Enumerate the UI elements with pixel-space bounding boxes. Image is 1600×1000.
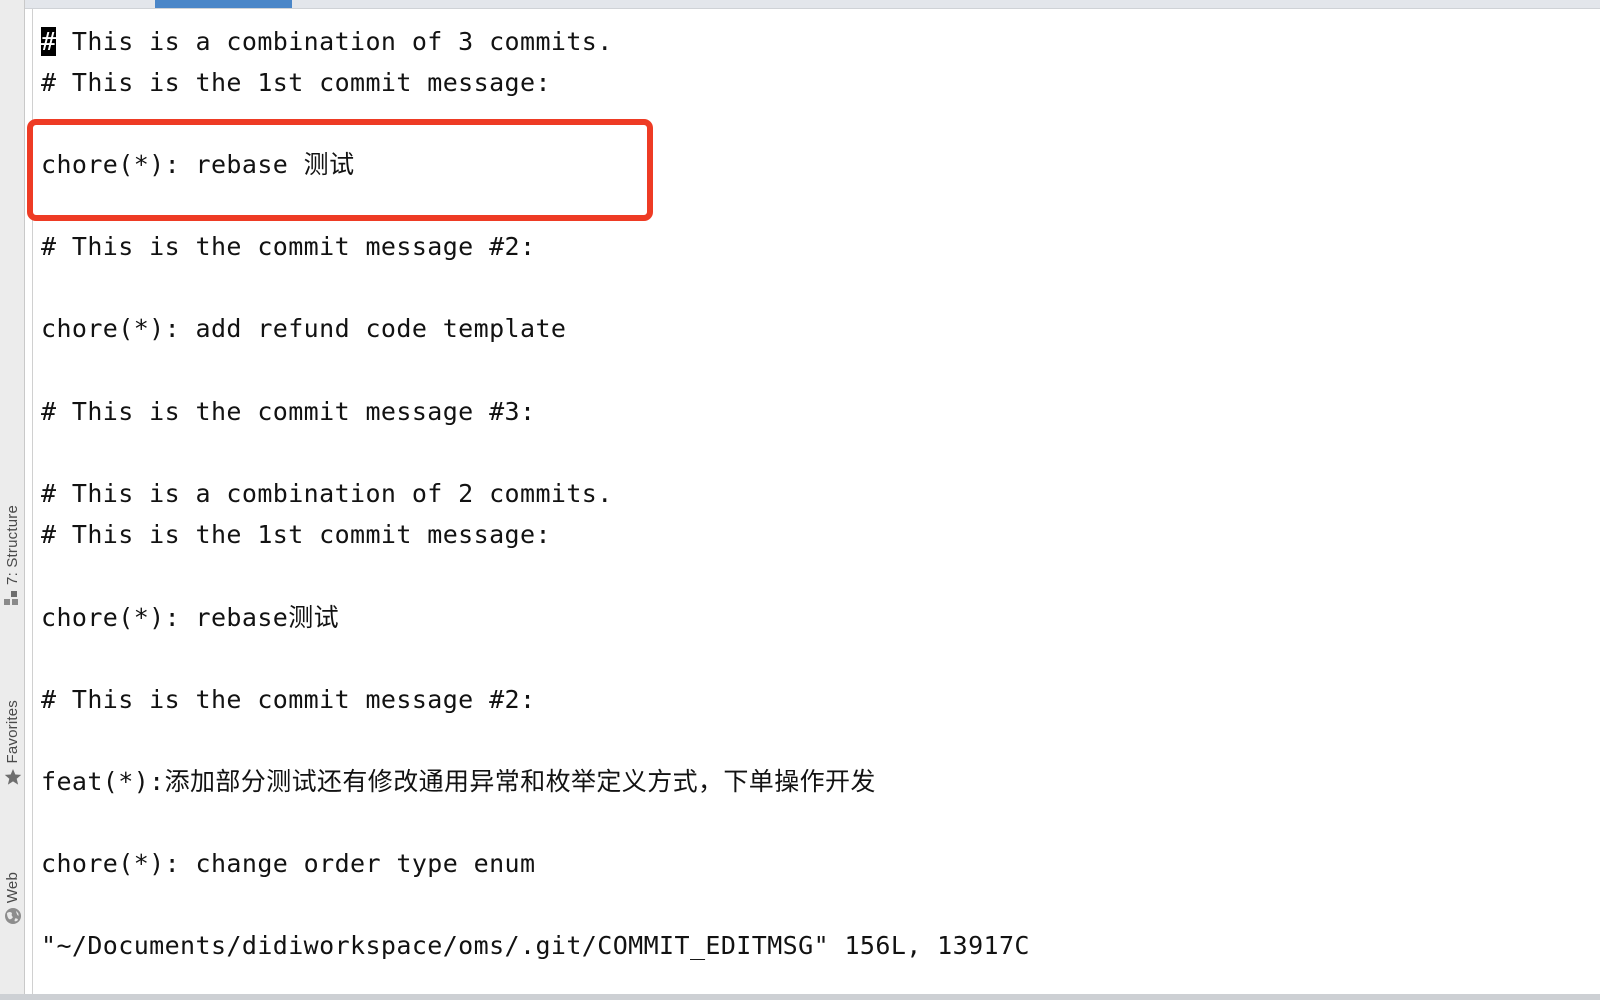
- terminal-cursor: #: [41, 27, 57, 56]
- terminal-line: # This is the commit message #2:: [41, 232, 536, 261]
- sidebar-item-structure[interactable]: 7: Structure: [0, 505, 25, 607]
- star-icon: [4, 768, 22, 786]
- sidebar-item-favorites[interactable]: Favorites: [0, 700, 25, 786]
- terminal-pane[interactable]: # This is a combination of 3 commits. # …: [25, 9, 1600, 1000]
- terminal-line: # This is the 1st commit message:: [41, 68, 551, 97]
- terminal-line: chore(*): change order type enum: [41, 849, 536, 878]
- vim-status-line: "~/Documents/didiworkspace/oms/.git/COMM…: [41, 931, 1030, 960]
- terminal-line: feat(*):添加部分测试还有修改通用异常和枚举定义方式，下单操作开发: [41, 767, 876, 796]
- terminal-line: chore(*): add refund code template: [41, 314, 567, 343]
- app-window: 7: Structure Favorites Web # This is a c…: [0, 0, 1600, 1000]
- terminal-line: # This is a combination of 2 commits.: [41, 479, 613, 508]
- horizontal-scrollbar[interactable]: [25, 0, 1600, 9]
- horizontal-scrollbar-thumb[interactable]: [155, 0, 292, 8]
- terminal-line: chore(*): rebase 测试: [41, 150, 355, 179]
- terminal-line: # This is the 1st commit message:: [41, 520, 551, 549]
- terminal-line: # This is the commit message #3:: [41, 397, 536, 426]
- sidebar-item-web[interactable]: Web: [0, 872, 25, 925]
- terminal-line: # This is the commit message #2:: [41, 685, 536, 714]
- terminal-line: chore(*): rebase测试: [41, 603, 340, 632]
- globe-icon: [4, 907, 22, 925]
- sidebar-item-structure-label: 7: Structure: [4, 505, 21, 585]
- terminal-line: # This is a combination of 3 commits.: [41, 27, 613, 57]
- sidebar-item-favorites-label: Favorites: [4, 700, 21, 764]
- window-bottom-edge: [0, 994, 1600, 1000]
- gutter-divider: [32, 9, 33, 1000]
- editor-column: # This is a combination of 3 commits. # …: [25, 0, 1600, 1000]
- sidebar-item-web-label: Web: [4, 872, 21, 904]
- terminal-line-text: This is a combination of 3 commits.: [56, 27, 613, 56]
- tool-sidebar: 7: Structure Favorites Web: [0, 0, 25, 1000]
- structure-icon: [3, 589, 22, 607]
- terminal-text-area[interactable]: # This is a combination of 3 commits. # …: [41, 9, 1600, 1000]
